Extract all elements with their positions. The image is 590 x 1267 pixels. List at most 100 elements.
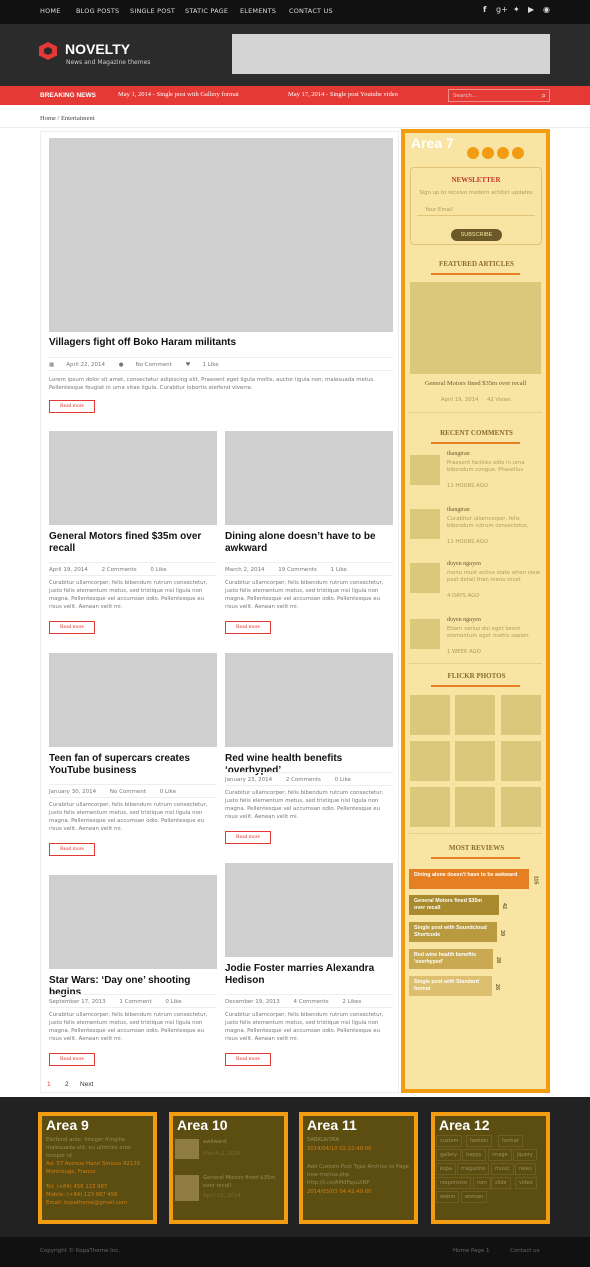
flickr-photo[interactable]: [410, 787, 450, 827]
post-likes[interactable]: 1 Like: [331, 567, 347, 573]
footer-post-title[interactable]: awkward: [203, 1138, 227, 1146]
post-thumbnail[interactable]: [225, 863, 393, 957]
next-page-link[interactable]: Next: [80, 1081, 93, 1088]
read-more-button[interactable]: Read more: [225, 1053, 271, 1066]
post-thumbnail[interactable]: [49, 875, 217, 969]
tag[interactable]: format: [498, 1135, 523, 1147]
menu-item-contact-us[interactable]: CONTACT US: [289, 7, 333, 15]
flickr-photo[interactable]: [410, 695, 450, 735]
post-comments[interactable]: 1 Comment: [119, 999, 151, 1005]
post-comments[interactable]: 2 Comments: [286, 777, 321, 783]
review-bar[interactable]: General Motors fined $35m over recall: [409, 895, 499, 915]
tag[interactable]: rom: [473, 1177, 491, 1189]
flickr-photo[interactable]: [501, 741, 541, 781]
flickr-photo[interactable]: [501, 695, 541, 735]
review-bar[interactable]: Red wine health benefits 'overhyped': [409, 949, 493, 969]
tag[interactable]: happy: [462, 1149, 486, 1161]
page-link-1[interactable]: 1: [47, 1081, 51, 1088]
read-more-button[interactable]: Read more: [49, 1053, 95, 1066]
comment-avatar[interactable]: [410, 509, 440, 539]
tag[interactable]: music: [491, 1163, 514, 1175]
search-icon[interactable]: ⌕: [542, 91, 546, 101]
comment-avatar[interactable]: [410, 455, 440, 485]
page-link-2[interactable]: 2: [65, 1081, 69, 1088]
post-title[interactable]: Villagers fight off Boko Haram militants: [49, 337, 236, 349]
review-bar[interactable]: Single post with Soundcloud Shortcode: [409, 922, 497, 942]
read-more-button[interactable]: Read more: [225, 831, 271, 844]
post-comments[interactable]: 4 Comments: [294, 999, 329, 1005]
post-thumbnail[interactable]: [49, 653, 217, 747]
twitter-icon[interactable]: ✦: [513, 5, 520, 14]
breadcrumb[interactable]: Home / Entertaiment: [40, 115, 95, 122]
post-comments[interactable]: 19 Comments: [278, 567, 317, 573]
post-thumbnail[interactable]: [49, 431, 217, 525]
logo-icon[interactable]: [39, 42, 57, 60]
logo-title[interactable]: NOVELTY: [65, 41, 130, 57]
menu-item-elements[interactable]: ELEMENTS: [240, 7, 276, 15]
comment-avatar[interactable]: [410, 563, 440, 593]
flickr-photo[interactable]: [455, 695, 495, 735]
tag[interactable]: video: [515, 1177, 537, 1189]
review-bar[interactable]: Dining alone doesn't have to be awkward: [409, 869, 529, 889]
menu-item-single-post[interactable]: SINGLE POST: [130, 7, 175, 15]
post-thumbnail[interactable]: [225, 431, 393, 525]
post-thumbnail[interactable]: [49, 138, 393, 332]
footer-link-home[interactable]: Home Page 1: [453, 1248, 490, 1254]
post-comments[interactable]: No Comment: [136, 362, 172, 368]
post-title[interactable]: Jodie Foster marries Alexandra Hedison: [225, 963, 393, 987]
flickr-photo[interactable]: [410, 741, 450, 781]
post-likes[interactable]: 0 Like: [335, 777, 351, 783]
post-title[interactable]: Teen fan of supercars creates YouTube bu…: [49, 753, 217, 777]
read-more-button[interactable]: Read more: [49, 843, 95, 856]
comment-author[interactable]: thangtran: [447, 507, 470, 513]
menu-item-static-page[interactable]: STATIC PAGE: [185, 7, 228, 15]
tag[interactable]: magazine: [457, 1163, 490, 1175]
flickr-photo[interactable]: [501, 787, 541, 827]
tag[interactable]: responsive: [436, 1177, 472, 1189]
tag[interactable]: webm: [436, 1191, 460, 1203]
post-comments[interactable]: No Comment: [110, 789, 146, 795]
breaking-news-item[interactable]: May 1, 2014 - Single post with Gallery f…: [118, 91, 239, 98]
read-more-button[interactable]: Read more: [49, 621, 95, 634]
footer-email[interactable]: Email: kopatheme@gmail.com: [46, 1199, 127, 1207]
post-likes[interactable]: 2 Likes: [342, 999, 361, 1005]
featured-post-title[interactable]: General Motors fined $35m over recall: [405, 380, 546, 387]
flickr-photo[interactable]: [455, 741, 495, 781]
rss-icon[interactable]: ◉: [543, 5, 550, 14]
tag[interactable]: slide: [491, 1177, 511, 1189]
read-more-button[interactable]: Read more: [49, 400, 95, 413]
post-thumbnail[interactable]: [175, 1139, 199, 1159]
post-likes[interactable]: 0 Like: [160, 789, 176, 795]
tag[interactable]: custom: [436, 1135, 463, 1147]
google-plus-icon[interactable]: g+: [496, 5, 508, 14]
tag[interactable]: jquery: [513, 1149, 537, 1161]
post-title[interactable]: Dining alone doesn’t have to be awkward: [225, 531, 393, 555]
header-ad-banner[interactable]: [232, 34, 550, 74]
comment-author[interactable]: duyen nguyen: [447, 561, 481, 567]
subscribe-button[interactable]: SUBSCRIBE: [451, 229, 502, 241]
footer-link-contact[interactable]: Contact us: [510, 1248, 540, 1254]
flickr-photo[interactable]: [455, 787, 495, 827]
read-more-button[interactable]: Read more: [225, 621, 271, 634]
youtube-icon[interactable]: ▶: [528, 5, 534, 14]
tag[interactable]: gallery: [436, 1149, 462, 1161]
menu-item-home[interactable]: HOME: [40, 7, 61, 15]
newsletter-email-input[interactable]: Your Email: [417, 204, 535, 216]
review-bar[interactable]: Single post with Standard format: [409, 976, 492, 996]
tweet-text[interactable]: Add Custom Post Type Archive to Page new…: [307, 1163, 412, 1187]
post-likes[interactable]: 0 Like: [165, 999, 181, 1005]
comment-avatar[interactable]: [410, 619, 440, 649]
tag[interactable]: kopa: [436, 1163, 457, 1175]
post-likes[interactable]: 1 Like: [202, 362, 218, 368]
post-likes[interactable]: 0 Like: [150, 567, 166, 573]
post-title[interactable]: General Motors fined $35m over recall: [49, 531, 217, 555]
tag[interactable]: image: [488, 1149, 512, 1161]
breaking-news-item[interactable]: May 17, 2014 - Single post Youtube video: [288, 91, 398, 98]
menu-item-blog-posts[interactable]: BLOG POSTS: [76, 7, 119, 15]
facebook-icon[interactable]: f: [483, 5, 486, 14]
post-thumbnail[interactable]: [175, 1175, 199, 1201]
tag[interactable]: fashion: [466, 1135, 493, 1147]
tag[interactable]: news: [515, 1163, 536, 1175]
search-input[interactable]: Search... ⌕: [448, 89, 550, 102]
comment-author[interactable]: duyen nguyen: [447, 617, 481, 623]
